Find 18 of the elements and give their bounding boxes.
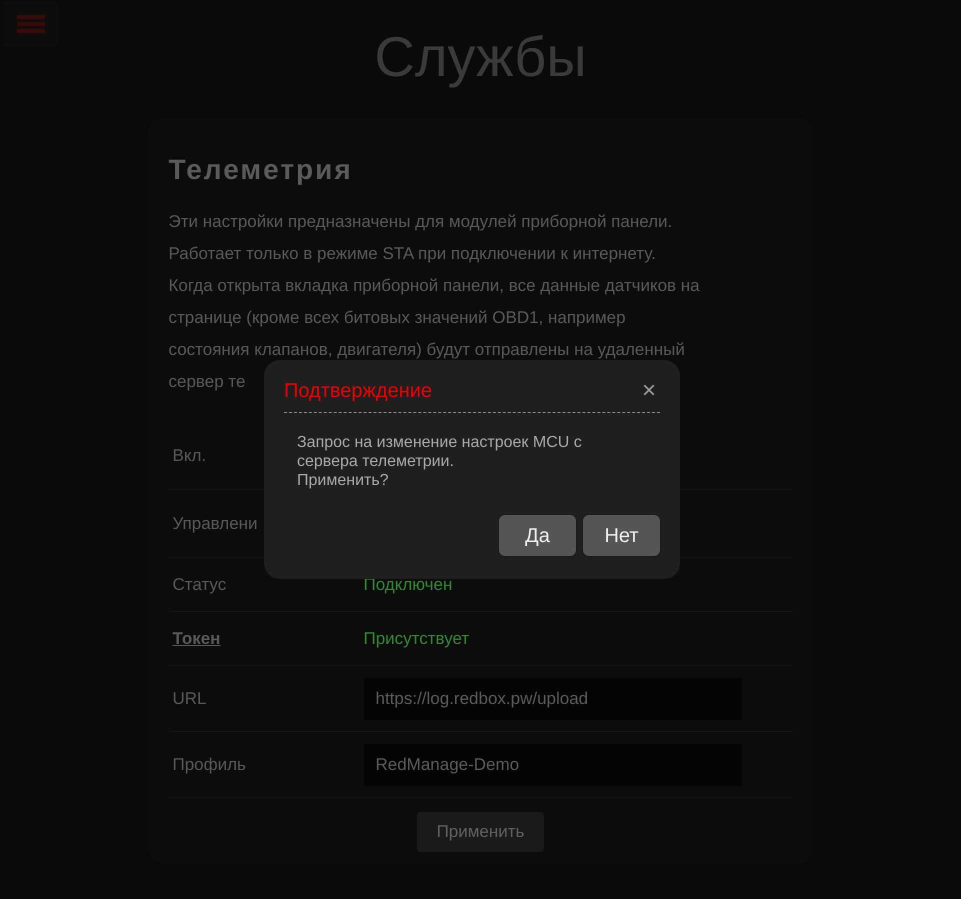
row-label: Статус	[172, 574, 226, 594]
row-label: URL	[172, 688, 207, 708]
apply-button[interactable]: Применить	[416, 812, 544, 852]
section-title: Телеметрия	[168, 153, 354, 187]
row-label: Вкл.	[172, 446, 206, 464]
text-field[interactable]: https://log.redbox.pw/upload	[364, 678, 742, 720]
row-label: Профиль	[172, 754, 246, 774]
no-button[interactable]: Нет	[583, 515, 660, 556]
yes-button[interactable]: Да	[499, 515, 576, 556]
token-link[interactable]: Токен	[172, 628, 220, 648]
close-button[interactable]: ×	[642, 379, 656, 403]
status-value: Присутствует	[364, 628, 470, 650]
status-value: Подключен	[364, 574, 452, 596]
text-field[interactable]: RedManage-Demo	[364, 744, 742, 786]
row-label: Управлени	[172, 514, 258, 532]
dialog-title: Подтверждение	[284, 379, 432, 404]
dialog-message: Запрос на изменение настроек MCU с сервера телеметрии. Применить?	[297, 433, 583, 490]
description-fragment: сервер те	[168, 372, 246, 391]
